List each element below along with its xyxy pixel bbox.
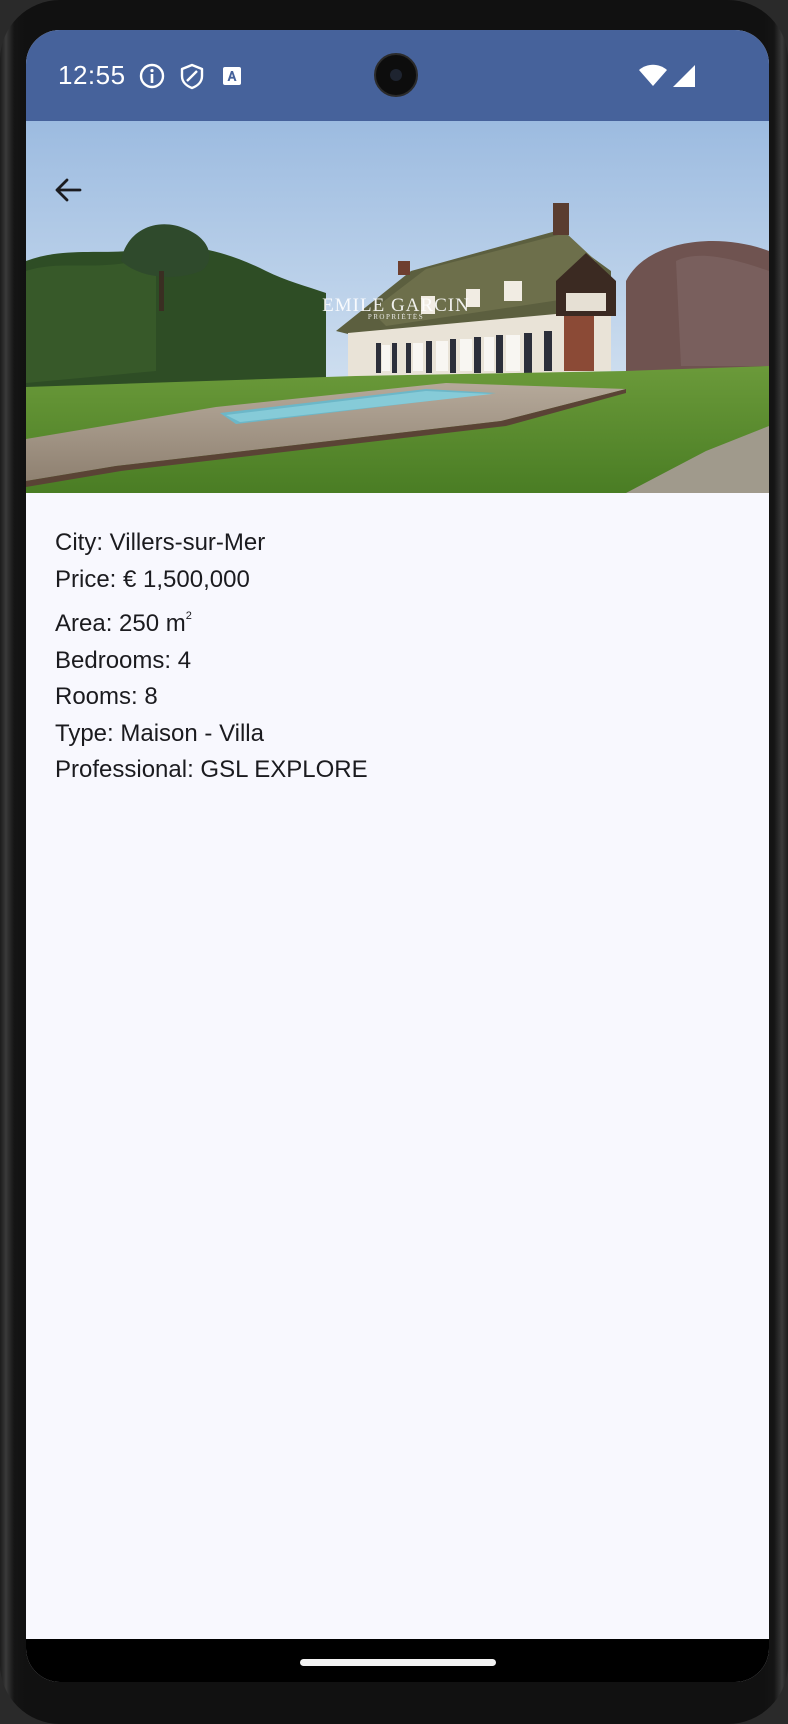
front-camera xyxy=(374,53,418,97)
property-photo: EMILE GARCIN PROPRIÉTÉS xyxy=(26,121,769,493)
professional-text: Professional: GSL EXPLORE xyxy=(55,756,368,783)
arrow-left-icon xyxy=(55,178,82,202)
rooms-text: Rooms: 8 xyxy=(55,683,158,710)
price-text: Price: € 1,500,000 xyxy=(55,565,250,593)
home-gesture-handle[interactable] xyxy=(300,1659,496,1666)
status-bar: 12:55 xyxy=(26,30,769,121)
wifi-icon xyxy=(638,62,668,90)
status-time: 12:55 xyxy=(58,60,126,90)
type-text: Type: Maison - Villa xyxy=(55,719,264,747)
area-text: Area: 250 m2 xyxy=(55,598,735,643)
area-unit-superscript: 2 xyxy=(185,610,192,622)
info-icon xyxy=(138,62,166,90)
shield-icon xyxy=(178,62,206,90)
bedrooms-text: Bedrooms: 4 xyxy=(55,646,192,674)
screen: 12:55 EMILE GARCIN PROPRIÉTÉS City: Vill… xyxy=(26,30,769,1682)
back-button[interactable] xyxy=(44,166,92,214)
translate-icon xyxy=(218,62,246,90)
city-text: City: Villers-sur-Mer xyxy=(55,529,266,556)
area-value: Area: 250 m xyxy=(55,610,186,637)
phone-frame: 12:55 EMILE GARCIN PROPRIÉTÉS City: Vill… xyxy=(0,0,788,1724)
property-details: City: Villers-sur-Mer Price: € 1,500,000… xyxy=(55,525,735,789)
watermark-subtitle: PROPRIÉTÉS xyxy=(368,313,424,321)
signal-icon xyxy=(670,62,698,90)
